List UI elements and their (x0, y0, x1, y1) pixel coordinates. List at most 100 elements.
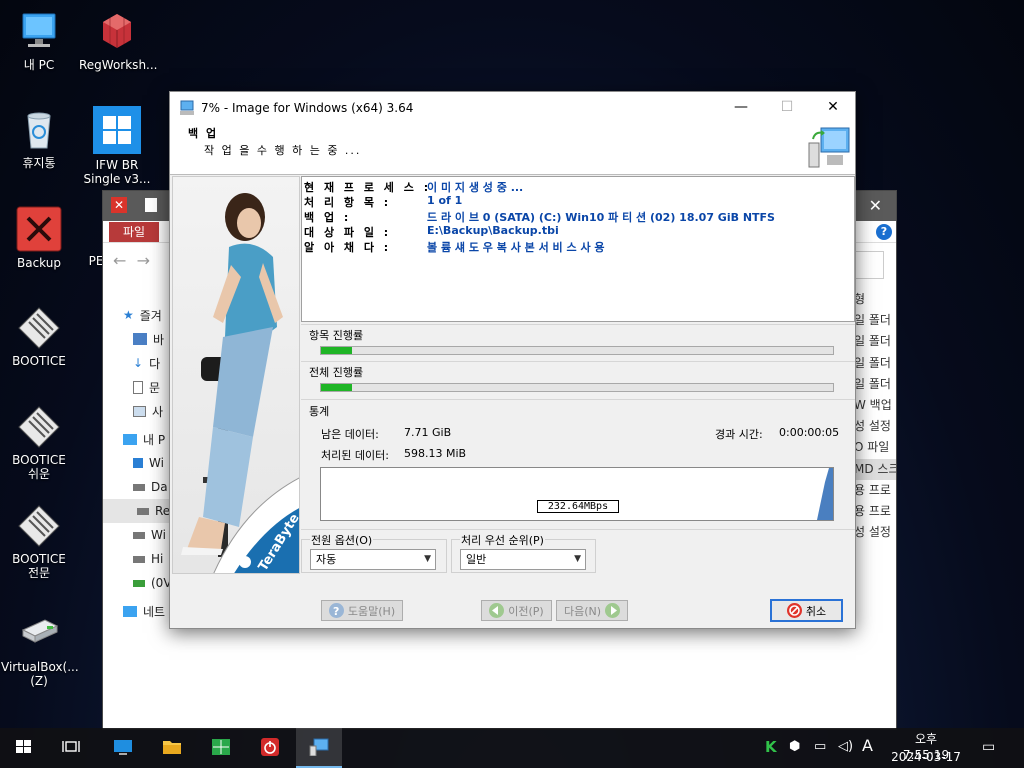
branding-photo: TeraByte (172, 176, 300, 574)
bootice-icon (17, 306, 61, 350)
list-item[interactable]: 일 폴더 (854, 310, 896, 331)
speed-readout: 232.64MBps (537, 500, 619, 513)
list-item[interactable]: O 파일 (854, 437, 896, 458)
header-subtitle: 작 업 을 수 행 하 는 중 ... (204, 144, 362, 157)
divider (301, 324, 855, 325)
list-item[interactable]: 일 폴더 (854, 353, 896, 374)
task-view-icon (62, 741, 80, 752)
maximize-button[interactable]: ☐ (764, 92, 810, 123)
list-item[interactable]: 일 폴더 (854, 374, 896, 395)
ime-indicator[interactable]: A (862, 738, 873, 754)
windows-drive-icon (133, 458, 143, 468)
drive-icon (133, 531, 145, 539)
desktop-icon-ifw-br[interactable]: IFW BR Single v3... (79, 106, 155, 186)
list-item[interactable]: 용 프로 (854, 480, 896, 501)
cubes-icon (95, 10, 139, 54)
dialog-titlebar[interactable]: 7% - Image for Windows (x64) 3.64 — ☐ ✕ (170, 92, 855, 123)
taskbar: K ⬢ ▭ ◁) A 오후 7:55:19 2024-03-17 ▭ (0, 728, 1024, 768)
monitor-icon (114, 740, 132, 755)
search-input[interactable] (852, 251, 884, 279)
network-drive-icon (133, 579, 145, 587)
taskbar-item-power[interactable] (247, 728, 293, 768)
volume-icon[interactable]: ◁) (838, 739, 853, 755)
desktop-icon-bootice-pro[interactable]: BOOTICE 전문 (1, 504, 77, 580)
chevron-down-icon: ▼ (574, 554, 581, 564)
divider (301, 399, 855, 400)
info-row-current-process: 현 재 프 로 세 스 : 이 미 지 생 성 중 ... (304, 181, 524, 194)
help-button[interactable]: ? 도움말(H) (321, 600, 403, 621)
drive-icon (137, 507, 149, 515)
nav-back-forward[interactable]: ← → (113, 251, 150, 270)
start-button[interactable] (1, 728, 47, 768)
drive-icon (133, 483, 145, 491)
cancel-button[interactable]: 취소 (770, 599, 843, 622)
priority-label: 처리 우선 순위(P) (460, 532, 545, 548)
close-button[interactable]: ✕ (810, 92, 856, 123)
desktop-icon-bootice-easy[interactable]: BOOTICE 쉬운 (1, 405, 77, 481)
task-view-button[interactable] (48, 728, 94, 768)
app-icon (179, 100, 195, 116)
network-drive-icon (17, 612, 61, 656)
desktop-icon-virtualbox[interactable]: VirtualBox(... (Z) (1, 612, 79, 688)
taskbar-item-app-green[interactable] (198, 728, 244, 768)
arrow-right-icon (605, 603, 621, 618)
minimize-button[interactable]: — (718, 92, 764, 123)
clock-date[interactable]: 2024-03-17 (890, 749, 962, 765)
red-x-icon (16, 206, 62, 252)
item-progress-fill (321, 347, 352, 354)
elapsed-time-label: 경과 시간: (715, 428, 763, 441)
power-options-label: 전원 옵션(O) (310, 532, 374, 548)
info-row-item: 처 리 항 목 : 1 of 1 (304, 194, 463, 209)
help-icon: ? (328, 603, 344, 618)
power-options-select[interactable]: 자동 ▼ (310, 549, 436, 570)
stats-label: 통계 (309, 405, 330, 418)
processed-data-value: 598.13 MiB (404, 447, 467, 460)
explorer-file-list: 형 일 폴더 일 폴더 일 폴더 일 폴더 W 백업 : 성 설정 O 파일 M… (854, 289, 896, 543)
info-row-notice: 알 아 채 다 : 볼 륨 섀 도 우 복 사 본 서 비 스 사 용 (304, 241, 605, 254)
desktop-icon-bootice[interactable]: BOOTICE (1, 306, 77, 368)
list-item[interactable]: 일 폴더 (854, 331, 896, 352)
list-item[interactable]: 성 설정 (854, 522, 896, 543)
total-progress-section: 전체 진행률 (301, 364, 855, 392)
previous-button[interactable]: 이전(P) (481, 600, 552, 621)
stats-section: 통계 (301, 403, 855, 419)
taskbar-item-monitor[interactable] (100, 728, 146, 768)
window-close-button[interactable]: ✕ (869, 196, 882, 215)
throughput-area (817, 468, 833, 520)
elapsed-time-value: 0:00:00:05 (779, 426, 840, 439)
remaining-data-label: 남은 데이터: (321, 428, 379, 441)
stop-icon (786, 603, 802, 618)
dialog-header: 백 업 작 업 을 수 행 하 는 중 ... (170, 123, 855, 175)
list-item[interactable]: MD 스크 (854, 458, 896, 480)
remaining-data-value: 7.71 GiB (404, 426, 452, 439)
ifw-progress-dialog[interactable]: 7% - Image for Windows (x64) 3.64 — ☐ ✕ … (169, 91, 856, 629)
forward-arrow-icon[interactable]: → (137, 251, 150, 270)
grid-app-icon (212, 739, 230, 755)
arrow-left-icon (489, 603, 505, 618)
k-app-tray-icon[interactable]: K (765, 739, 777, 755)
power-icon (261, 738, 279, 756)
desktop-icon-this-pc[interactable]: 내 PC (1, 10, 77, 72)
info-row-backup: 백 업 : 드 라 이 브 0 (SATA) (C:) Win10 파 티 션 … (304, 211, 775, 224)
priority-select[interactable]: 일반 ▼ (460, 549, 586, 570)
list-item[interactable]: 성 설정 (854, 416, 896, 437)
list-item[interactable]: 용 프로 (854, 501, 896, 522)
network-tray-icon[interactable]: ▭ (814, 739, 826, 755)
close-icon[interactable]: ✕ (111, 197, 127, 213)
desktop-icon-recycle-bin[interactable]: 휴지통 (1, 108, 77, 170)
file-tab[interactable]: 파일 (109, 222, 159, 242)
taskbar-item-ifw[interactable] (296, 728, 342, 768)
taskbar-item-explorer[interactable] (149, 728, 195, 768)
bootice-icon (17, 504, 61, 548)
ifw-app-icon (309, 738, 329, 756)
next-button[interactable]: 다음(N) (556, 600, 628, 621)
desktop-icon (133, 333, 147, 345)
checkbox-icon (145, 198, 157, 212)
desktop-icon-regworkshop[interactable]: RegWorksh... (79, 10, 158, 72)
help-icon[interactable]: ? (876, 224, 892, 240)
back-arrow-icon[interactable]: ← (113, 251, 126, 270)
notification-icon[interactable]: ▭ (982, 739, 995, 755)
list-item[interactable]: W 백업 : (854, 395, 896, 416)
column-header[interactable]: 형 (854, 289, 896, 310)
cube-tray-icon[interactable]: ⬢ (789, 739, 800, 755)
